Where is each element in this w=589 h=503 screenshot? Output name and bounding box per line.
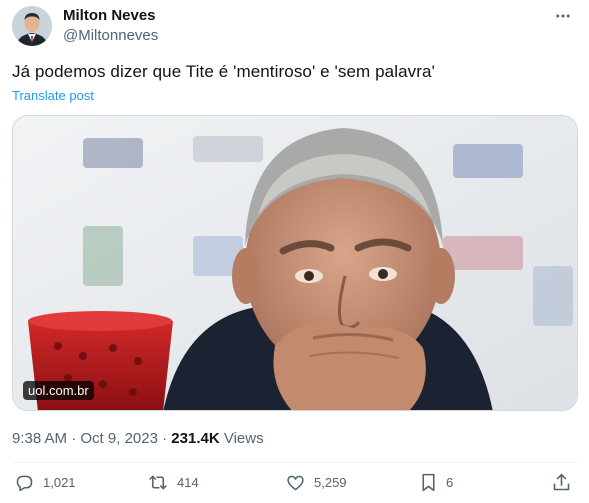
bookmark-count: 6: [446, 474, 454, 490]
tweet-date[interactable]: Oct 9, 2023: [80, 430, 158, 447]
author-name[interactable]: Milton Neves: [63, 7, 156, 24]
tweet-meta: 9:38 AM · Oct 9, 2023 · 231.4K Views: [12, 430, 264, 447]
share-button[interactable]: [551, 470, 572, 494]
tweet-text: Já podemos dizer que Tite é 'mentiroso' …: [12, 62, 435, 81]
reply-button[interactable]: 1,021: [14, 470, 76, 494]
meta-separator: ·: [162, 430, 168, 447]
more-icon[interactable]: [551, 6, 575, 26]
repost-count: 414: [177, 474, 199, 490]
views-label: Views: [223, 430, 264, 447]
action-bar: 1,021 414 5,259 6: [0, 470, 589, 496]
meta-separator: ·: [71, 430, 77, 447]
repost-icon: [147, 472, 169, 493]
like-button[interactable]: 5,259: [285, 470, 347, 494]
tweet-photo[interactable]: uol.com.br: [12, 115, 578, 411]
views-count: 231.4K: [171, 430, 220, 447]
avatar[interactable]: [12, 6, 52, 46]
tweet: Milton Neves @Miltonneves Já podemos diz…: [0, 0, 589, 503]
source-badge[interactable]: uol.com.br: [23, 381, 94, 400]
like-icon: [285, 472, 306, 493]
divider: [12, 462, 577, 463]
tweet-time[interactable]: 9:38 AM: [12, 430, 67, 447]
bookmark-button[interactable]: 6: [419, 470, 453, 494]
share-icon: [551, 472, 572, 493]
author-handle[interactable]: @Miltonneves: [63, 27, 158, 44]
bookmark-icon: [419, 472, 438, 493]
translate-link[interactable]: Translate post: [12, 88, 94, 103]
reply-icon: [14, 472, 35, 493]
like-count: 5,259: [314, 474, 347, 490]
repost-button[interactable]: 414: [147, 470, 199, 494]
reply-count: 1,021: [43, 474, 76, 490]
